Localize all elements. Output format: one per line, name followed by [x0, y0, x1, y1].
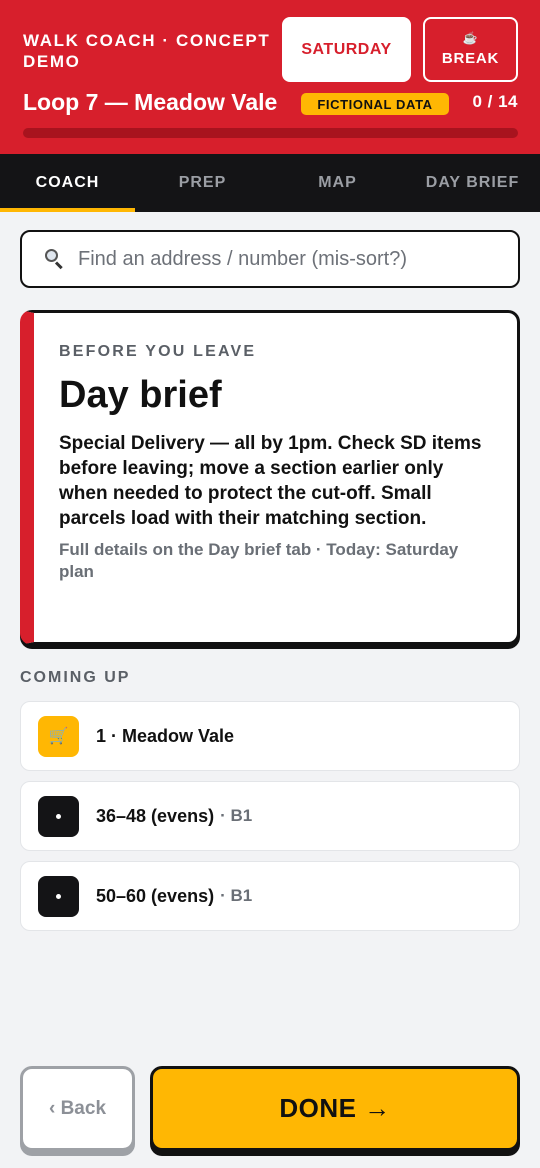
- brief-footer: Full details on the Day brief tab · Toda…: [59, 540, 459, 581]
- stop-label: 36–48 (evens): [96, 805, 215, 826]
- brief-title: Day brief: [59, 374, 222, 416]
- dot-icon: [38, 795, 79, 837]
- break-button[interactable]: ☕ BREAK: [423, 17, 518, 82]
- stop-meta: · B1: [220, 886, 253, 905]
- brief-kicker: BEFORE YOU LEAVE: [59, 343, 257, 360]
- done-button[interactable]: DONE →: [150, 1066, 520, 1151]
- tab-map[interactable]: MAP: [270, 154, 405, 212]
- back-button[interactable]: ‹ Back: [20, 1066, 135, 1151]
- search-input[interactable]: [78, 247, 518, 271]
- coming-up-label: COMING UP: [20, 669, 131, 686]
- app-kicker: WALK COACH · CONCEPT DEMO: [23, 31, 271, 71]
- list-item[interactable]: 36–48 (evens) · B1: [20, 781, 520, 851]
- stop-label: 1 · Meadow Vale: [96, 725, 235, 746]
- list-item[interactable]: 50–60 (evens) · B1: [20, 861, 520, 931]
- coffee-cup-icon: ☕: [462, 31, 479, 45]
- progress-bar: [23, 128, 518, 138]
- tab-day-brief[interactable]: DAY BRIEF: [405, 154, 540, 212]
- brief-body: Special Delivery — all by 1pm. Check SD …: [59, 433, 482, 529]
- loop-title: Loop 7 — Meadow Vale: [23, 89, 278, 115]
- shopping-cart-icon: 🛒: [38, 715, 79, 757]
- address-search[interactable]: [20, 230, 520, 288]
- day-selector-button[interactable]: SATURDAY: [282, 17, 411, 82]
- day-brief-card: BEFORE YOU LEAVE Day brief Special Deliv…: [20, 310, 520, 645]
- stop-meta: · B1: [220, 806, 253, 825]
- stop-label: 50–60 (evens): [96, 885, 215, 906]
- list-item[interactable]: 🛒 1 · Meadow Vale: [20, 701, 520, 771]
- progress-count: 0 / 14: [472, 92, 518, 111]
- search-icon: [42, 247, 66, 271]
- dot-icon: [38, 875, 79, 917]
- tab-bar: COACH PREP MAP DAY BRIEF: [0, 154, 540, 212]
- tab-coach[interactable]: COACH: [0, 154, 135, 212]
- fictional-data-badge: FICTIONAL DATA: [301, 93, 449, 115]
- app-header: WALK COACH · CONCEPT DEMO SATURDAY ☕ BRE…: [0, 0, 540, 154]
- tab-prep[interactable]: PREP: [135, 154, 270, 212]
- break-button-label: BREAK: [441, 50, 500, 67]
